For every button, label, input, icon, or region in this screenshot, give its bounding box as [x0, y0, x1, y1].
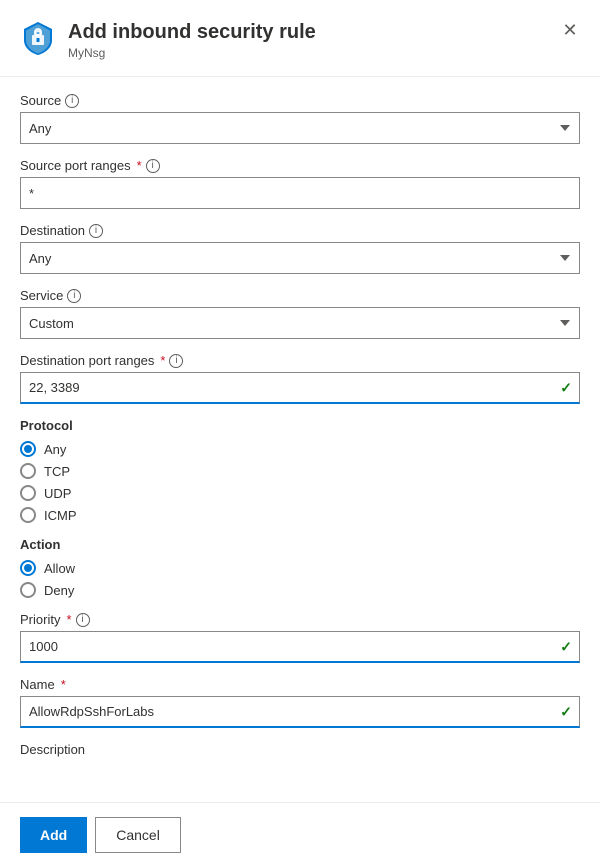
- protocol-any-radio[interactable]: [20, 441, 36, 457]
- panel-header: Add inbound security rule MyNsg ✕: [0, 0, 600, 77]
- priority-label: Priority * i: [20, 612, 580, 627]
- dest-port-ranges-label: Destination port ranges * i: [20, 353, 580, 368]
- panel-footer: Add Cancel: [0, 802, 600, 867]
- priority-input[interactable]: [20, 631, 580, 663]
- priority-info-icon[interactable]: i: [76, 613, 90, 627]
- source-port-ranges-group: Source port ranges * i: [20, 158, 580, 209]
- source-port-ranges-required: *: [137, 158, 142, 173]
- protocol-radio-group: Any TCP UDP ICMP: [20, 441, 580, 523]
- protocol-any-label: Any: [44, 442, 66, 457]
- destination-group: Destination i Any: [20, 223, 580, 274]
- action-deny-radio[interactable]: [20, 582, 36, 598]
- service-group: Service i Custom: [20, 288, 580, 339]
- source-label: Source i: [20, 93, 580, 108]
- nsg-icon: [20, 20, 56, 56]
- action-allow-item[interactable]: Allow: [20, 560, 580, 576]
- protocol-icmp-radio[interactable]: [20, 507, 36, 523]
- action-radio-group: Allow Deny: [20, 560, 580, 598]
- priority-required: *: [66, 612, 71, 627]
- protocol-icmp-item[interactable]: ICMP: [20, 507, 580, 523]
- protocol-udp-label: UDP: [44, 486, 71, 501]
- name-check-icon: ✓: [560, 704, 572, 721]
- protocol-label: Protocol: [20, 418, 580, 433]
- protocol-any-item[interactable]: Any: [20, 441, 580, 457]
- action-label: Action: [20, 537, 580, 552]
- description-label-text: Description: [20, 742, 85, 757]
- action-group: Action Allow Deny: [20, 537, 580, 598]
- action-deny-label: Deny: [44, 583, 74, 598]
- header-text: Add inbound security rule MyNsg: [68, 20, 316, 60]
- panel-subtitle: MyNsg: [68, 46, 316, 60]
- dest-port-ranges-input[interactable]: [20, 372, 580, 404]
- name-label: Name *: [20, 677, 580, 692]
- destination-label-text: Destination: [20, 223, 85, 238]
- service-select-wrapper: Custom: [20, 307, 580, 339]
- service-select[interactable]: Custom: [20, 307, 580, 339]
- name-input[interactable]: [20, 696, 580, 728]
- source-group: Source i Any: [20, 93, 580, 144]
- name-required: *: [61, 677, 66, 692]
- source-select-wrapper: Any: [20, 112, 580, 144]
- close-button[interactable]: ✕: [556, 16, 584, 44]
- priority-group: Priority * i ✓: [20, 612, 580, 663]
- protocol-udp-item[interactable]: UDP: [20, 485, 580, 501]
- source-port-ranges-label: Source port ranges * i: [20, 158, 580, 173]
- destination-select-wrapper: Any: [20, 242, 580, 274]
- source-label-text: Source: [20, 93, 61, 108]
- source-port-ranges-info-icon[interactable]: i: [146, 159, 160, 173]
- priority-check-icon: ✓: [560, 639, 572, 656]
- source-port-ranges-input[interactable]: [20, 177, 580, 209]
- panel-title: Add inbound security rule: [68, 20, 316, 44]
- dest-port-ranges-check-icon: ✓: [560, 380, 572, 397]
- add-inbound-rule-panel: Add inbound security rule MyNsg ✕ Source…: [0, 0, 600, 867]
- protocol-tcp-item[interactable]: TCP: [20, 463, 580, 479]
- priority-input-wrapper: ✓: [20, 631, 580, 663]
- action-allow-label: Allow: [44, 561, 75, 576]
- name-label-text: Name: [20, 677, 55, 692]
- protocol-icmp-label: ICMP: [44, 508, 77, 523]
- service-label-text: Service: [20, 288, 63, 303]
- action-allow-radio[interactable]: [20, 560, 36, 576]
- dest-port-ranges-required: *: [160, 353, 165, 368]
- source-port-ranges-label-text: Source port ranges: [20, 158, 131, 173]
- destination-info-icon[interactable]: i: [89, 224, 103, 238]
- description-group: Description: [20, 742, 580, 757]
- action-deny-item[interactable]: Deny: [20, 582, 580, 598]
- dest-port-ranges-info-icon[interactable]: i: [169, 354, 183, 368]
- name-group: Name * ✓: [20, 677, 580, 728]
- destination-select[interactable]: Any: [20, 242, 580, 274]
- dest-port-ranges-label-text: Destination port ranges: [20, 353, 154, 368]
- protocol-tcp-label: TCP: [44, 464, 70, 479]
- description-label: Description: [20, 742, 580, 757]
- protocol-udp-radio[interactable]: [20, 485, 36, 501]
- protocol-group: Protocol Any TCP UDP ICMP: [20, 418, 580, 523]
- cancel-button[interactable]: Cancel: [95, 817, 181, 853]
- panel-body: Source i Any Source port ranges * i Dest…: [0, 77, 600, 851]
- name-input-wrapper: ✓: [20, 696, 580, 728]
- destination-label: Destination i: [20, 223, 580, 238]
- service-label: Service i: [20, 288, 580, 303]
- service-info-icon[interactable]: i: [67, 289, 81, 303]
- dest-port-ranges-input-wrapper: ✓: [20, 372, 580, 404]
- dest-port-ranges-group: Destination port ranges * i ✓: [20, 353, 580, 404]
- add-button[interactable]: Add: [20, 817, 87, 853]
- source-select[interactable]: Any: [20, 112, 580, 144]
- protocol-tcp-radio[interactable]: [20, 463, 36, 479]
- priority-label-text: Priority: [20, 612, 60, 627]
- source-info-icon[interactable]: i: [65, 94, 79, 108]
